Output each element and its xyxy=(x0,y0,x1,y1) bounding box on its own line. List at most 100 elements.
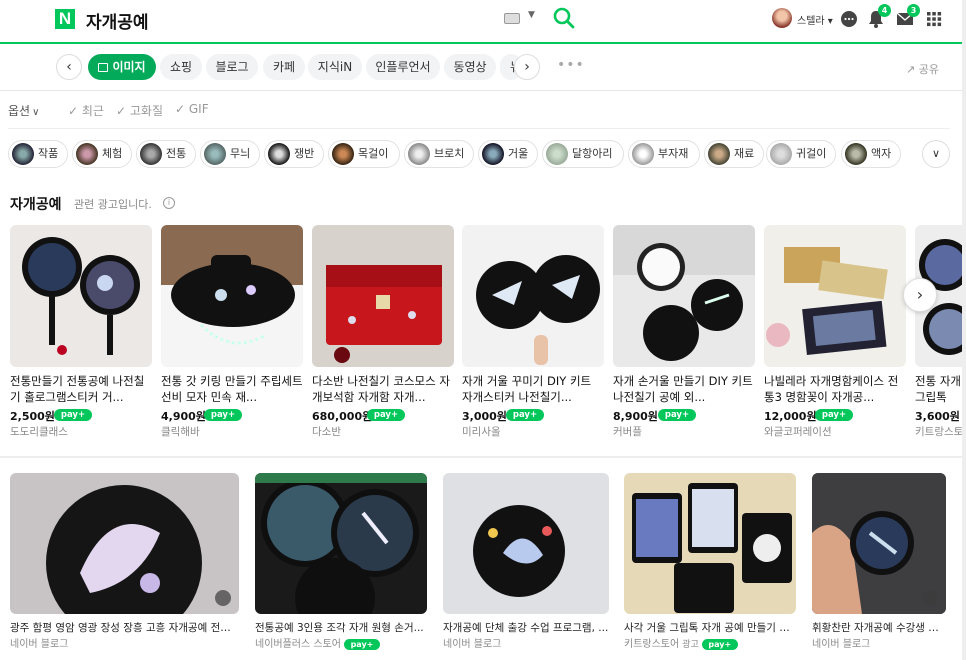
share-icon: ↗ xyxy=(906,63,916,76)
chip-supplies[interactable]: 부자재 xyxy=(628,140,700,168)
chip-earrings[interactable]: 귀걸이 xyxy=(766,140,836,168)
npay-badge: pay+ xyxy=(204,409,242,421)
product-image[interactable] xyxy=(764,225,906,367)
product-price: 8,900원 xyxy=(613,410,658,423)
info-icon[interactable]: i xyxy=(163,197,175,209)
image-result-title[interactable]: 휘황찬란 자개공예 수강생 베... xyxy=(812,620,946,635)
tab-video[interactable]: 동영상 xyxy=(444,54,496,80)
chip-necklace[interactable]: 목걸이 xyxy=(328,140,400,168)
options-dropdown[interactable]: 옵션 ∨ xyxy=(8,102,39,119)
search-query[interactable]: 자개공예 xyxy=(86,8,149,33)
tabs-prev-button[interactable]: ‹ xyxy=(56,54,82,80)
image-result[interactable] xyxy=(255,473,427,614)
chip-thumbnail xyxy=(408,143,430,165)
chip-brooch[interactable]: 브로치 xyxy=(404,140,474,168)
chip-pattern[interactable]: 무늬 xyxy=(200,140,260,168)
product-title[interactable]: 전통 갓 키링 만들기 주립세트 선비 모자 민속 재... xyxy=(161,373,303,405)
product-store[interactable]: 키트랑스토어 xyxy=(915,424,962,439)
image-result[interactable] xyxy=(10,473,239,614)
product-store[interactable]: 미리사올 xyxy=(462,424,501,439)
tab-kin[interactable]: 지식iN xyxy=(308,54,362,80)
ad-section-title: 자개공예 xyxy=(10,197,62,213)
filter-divider xyxy=(8,128,950,129)
filter-gif[interactable]: ✓ GIF xyxy=(175,102,209,116)
product-image[interactable] xyxy=(312,225,454,367)
more-tabs-icon[interactable]: ••• xyxy=(557,57,585,73)
chip-thumbnail xyxy=(204,143,226,165)
section-divider xyxy=(0,456,962,458)
chip-thumbnail xyxy=(268,143,290,165)
image-result-title[interactable]: 자개공예 단체 출강 수업 프로그램, ... xyxy=(443,620,609,635)
search-icon[interactable] xyxy=(552,6,576,30)
tab-shopping[interactable]: 쇼핑 xyxy=(160,54,202,80)
chip-moon-jar[interactable]: 달항아리 xyxy=(542,140,624,168)
product-store[interactable]: 클릭해바 xyxy=(161,424,200,439)
tabs-next-button[interactable]: › xyxy=(514,54,540,80)
user-name[interactable]: 스텔라 ▾ xyxy=(797,12,833,27)
chips-expand-button[interactable]: ∨ xyxy=(922,140,950,168)
chip-tray[interactable]: 쟁반 xyxy=(264,140,324,168)
product-image[interactable] xyxy=(10,225,152,367)
product-price: 680,000원 xyxy=(312,410,373,423)
chevron-down-icon: ∨ xyxy=(32,107,40,118)
image-result-source[interactable]: 네이버 블로그 xyxy=(443,635,501,650)
notification-count: 4 xyxy=(878,4,891,17)
notification-icon[interactable]: 4 xyxy=(866,4,891,29)
image-result-source[interactable]: 네이버플러스 스토어 pay+ xyxy=(255,635,380,650)
image-result-source[interactable]: 네이버 블로그 xyxy=(812,635,870,650)
npay-badge: pay+ xyxy=(815,409,853,421)
product-title[interactable]: 나빌레라 자개명함케이스 전통3 명함꽂이 자개공... xyxy=(764,373,906,405)
product-title[interactable]: 전통 자개 그립톡 만... xyxy=(915,373,962,405)
naver-logo[interactable]: N xyxy=(55,9,75,29)
product-image[interactable] xyxy=(161,225,303,367)
image-result[interactable] xyxy=(443,473,609,614)
tab-images[interactable]: 이미지 xyxy=(88,54,156,80)
product-store[interactable]: 커버플 xyxy=(613,424,642,439)
image-result[interactable] xyxy=(812,473,946,614)
chevron-down-icon: ∨ xyxy=(931,147,941,160)
tab-blog[interactable]: 블로그 xyxy=(206,54,258,80)
product-title[interactable]: 다소반 나전칠기 코스모스 자개보석함 자개함 자개... xyxy=(312,373,454,405)
chevron-right-icon: › xyxy=(916,285,924,304)
talk-icon[interactable] xyxy=(839,9,859,29)
share-button[interactable]: ↗ 공유 xyxy=(906,61,939,77)
product-store[interactable]: 다소반 xyxy=(312,424,341,439)
chip-frame[interactable]: 액자 xyxy=(841,140,901,168)
mail-count: 3 xyxy=(907,4,920,17)
keyboard-icon[interactable] xyxy=(504,13,520,24)
filter-recent[interactable]: ✓ 최근 xyxy=(68,102,104,119)
location-pin-icon xyxy=(922,590,938,606)
chip-tradition[interactable]: 전통 xyxy=(136,140,196,168)
product-store[interactable]: 와글코퍼레이션 xyxy=(764,424,832,439)
product-title[interactable]: 전통만들기 전통공예 나전칠기 홀로그램스티커 거... xyxy=(10,373,152,405)
apps-grid-icon[interactable] xyxy=(924,9,944,29)
page-scrollbar[interactable] xyxy=(962,0,966,660)
product-image[interactable] xyxy=(462,225,604,367)
product-image[interactable] xyxy=(613,225,755,367)
tab-influencer[interactable]: 인플루언서 xyxy=(366,54,440,80)
product-store[interactable]: 도도리클래스 xyxy=(10,424,68,439)
ad-carousel-next-button[interactable]: › xyxy=(903,278,937,312)
chip-mirror[interactable]: 거울 xyxy=(478,140,538,168)
product-title[interactable]: 자개 손거울 만들기 DIY 키트 나전칠기 공예 외... xyxy=(613,373,755,405)
image-result-source[interactable]: 키트랑스토어 광고 pay+ xyxy=(624,635,738,650)
mail-icon[interactable]: 3 xyxy=(895,4,920,29)
image-result-title[interactable]: 전통공예 3인용 조각 자개 원형 손거... xyxy=(255,620,427,635)
product-title[interactable]: 자개 거울 꾸미기 DIY 키트 자개스티커 나전칠기... xyxy=(462,373,604,405)
image-result-source[interactable]: 네이버 블로그 xyxy=(10,635,68,650)
image-result[interactable] xyxy=(624,473,796,614)
tab-cafe[interactable]: 카페 xyxy=(263,54,305,80)
filter-hd[interactable]: ✓ 고화질 xyxy=(116,102,163,119)
product-price: 12,000원 xyxy=(764,410,817,423)
chip-thumbnail xyxy=(12,143,34,165)
avatar[interactable] xyxy=(772,8,792,28)
search-tab-bar: ‹ 이미지 쇼핑 블로그 카페 지식iN 인플루언서 동영상 뉴 › ••• ↗… xyxy=(0,44,966,90)
image-result-title[interactable]: 사각 거울 그립톡 자개 공예 만들기 D... xyxy=(624,620,796,635)
chip-experience[interactable]: 체험 xyxy=(72,140,132,168)
chip-artwork[interactable]: 작품 xyxy=(8,140,68,168)
chip-materials[interactable]: 재료 xyxy=(704,140,764,168)
npay-badge: pay+ xyxy=(54,409,92,421)
chip-thumbnail xyxy=(708,143,730,165)
image-result-title[interactable]: 광주 함평 영암 영광 장성 장흥 고흥 자개공예 전통... xyxy=(10,620,239,635)
chevron-down-icon[interactable]: ▼ xyxy=(528,10,535,20)
